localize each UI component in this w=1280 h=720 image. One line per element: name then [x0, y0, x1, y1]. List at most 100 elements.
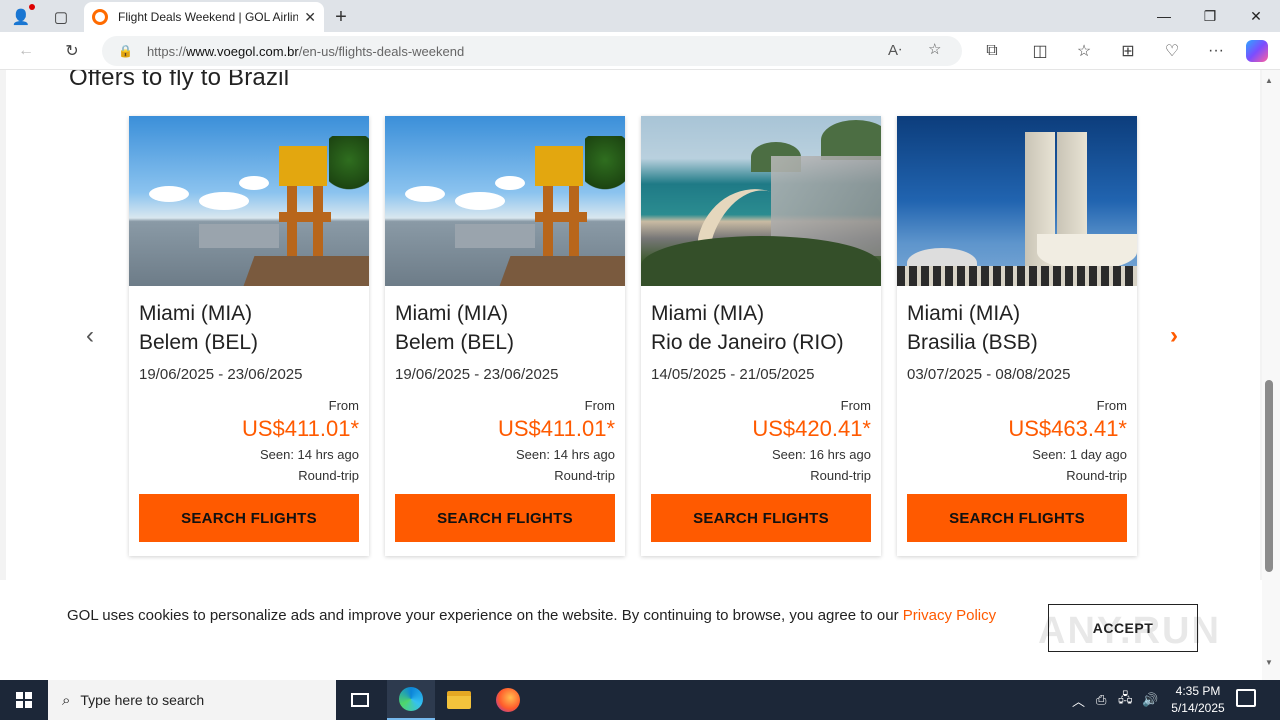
search-icon: ⌕	[62, 691, 71, 709]
card-origin: Miami (MIA)	[395, 302, 509, 325]
taskbar-file-explorer[interactable]	[435, 680, 483, 720]
tab-title: Flight Deals Weekend | GOL Airlines	[118, 10, 299, 24]
search-flights-button[interactable]: SEARCH FLIGHTS	[907, 494, 1127, 542]
search-flights-button[interactable]: SEARCH FLIGHTS	[651, 494, 871, 542]
start-button[interactable]	[0, 680, 48, 720]
carousel-prev-icon[interactable]: ‹	[86, 322, 94, 350]
taskbar-search[interactable]: ⌕ Type here to search	[48, 680, 336, 720]
scroll-up-icon[interactable]: ▲	[1265, 76, 1273, 85]
extensions-icon[interactable]: ⧉	[980, 40, 1004, 62]
card-price: US$463.41*	[1008, 416, 1127, 441]
new-tab-icon[interactable]: +	[330, 6, 352, 28]
card-price: US$411.01*	[497, 416, 615, 441]
cookie-banner: GOL uses cookies to personalize ads and …	[0, 580, 1262, 680]
task-view-button[interactable]	[336, 680, 384, 720]
card-trip-type: Round-trip	[810, 468, 871, 483]
collections-icon[interactable]: ⊞	[1116, 40, 1140, 62]
browser-toolbar: ← ↻ 🔒 https://www.voegol.com.br/en-us/fl…	[0, 32, 1280, 70]
belem-photo	[385, 116, 625, 286]
volume-icon[interactable]: 🔊	[1142, 680, 1158, 720]
card-destination: Rio de Janeiro (RIO)	[651, 331, 844, 354]
profile-notification-dot	[29, 4, 35, 10]
card-from-label: From	[840, 398, 871, 413]
card-origin: Miami (MIA)	[139, 302, 253, 325]
copilot-icon[interactable]	[1246, 40, 1268, 62]
card-seen: Seen: 14 hrs ago	[515, 447, 615, 462]
split-screen-icon[interactable]: ◫	[1028, 40, 1052, 62]
card-destination: Belem (BEL)	[395, 331, 515, 354]
windows-taskbar: ⌕ Type here to search ︿ ⎙ 🖧 🔊 4:35 PM 5/…	[0, 680, 1280, 720]
page-scrollbar[interactable]: ▲ ▼	[1262, 70, 1280, 680]
edge-icon	[399, 687, 423, 711]
more-menu-icon[interactable]: ···	[1204, 40, 1228, 62]
offer-card: Miami (MIA) Belem (BEL) 19/06/2025 - 23/…	[129, 116, 369, 556]
card-price: US$420.41*	[752, 416, 871, 441]
card-seen: Seen: 14 hrs ago	[259, 447, 359, 462]
scrollbar-thumb[interactable]	[1265, 380, 1273, 572]
search-flights-button[interactable]: SEARCH FLIGHTS	[395, 494, 615, 542]
card-dates: 19/06/2025 - 23/06/2025	[139, 366, 303, 383]
clock-date: 5/14/2025	[1171, 701, 1225, 715]
card-origin: Miami (MIA)	[907, 302, 1021, 325]
card-dates: 03/07/2025 - 08/08/2025	[907, 366, 1071, 383]
back-icon[interactable]: ←	[14, 40, 38, 62]
cookie-text: GOL uses cookies to personalize ads and …	[67, 607, 997, 624]
taskbar-edge[interactable]	[387, 680, 435, 720]
card-from-label: From	[584, 398, 615, 413]
offer-card: Miami (MIA) Belem (BEL) 19/06/2025 - 23/…	[385, 116, 625, 556]
card-from-label: From	[1096, 398, 1127, 413]
rio-photo	[641, 116, 881, 286]
tray-chevron-icon[interactable]: ︿	[1072, 680, 1085, 720]
gol-favicon-icon	[92, 9, 108, 25]
brasilia-photo	[897, 116, 1137, 286]
taskbar-clock[interactable]: 4:35 PM 5/14/2025	[1160, 683, 1236, 717]
favorite-star-icon[interactable]: ☆	[928, 40, 941, 58]
card-seen: Seen: 16 hrs ago	[771, 447, 871, 462]
tab-actions-icon[interactable]: ▢	[50, 6, 72, 28]
tray-device-icon[interactable]: ⎙	[1096, 680, 1106, 720]
scroll-down-icon[interactable]: ▼	[1265, 658, 1273, 667]
favorites-icon[interactable]: ☆	[1072, 40, 1096, 62]
browser-tab-active[interactable]: Flight Deals Weekend | GOL Airlines ✕	[84, 2, 324, 32]
card-price: US$411.01*	[241, 416, 359, 441]
task-view-icon	[351, 693, 369, 707]
offer-card: Miami (MIA) Rio de Janeiro (RIO) 14/05/2…	[641, 116, 881, 556]
carousel-next-icon[interactable]: ›	[1170, 322, 1178, 350]
card-destination: Belem (BEL)	[139, 331, 259, 354]
read-aloud-icon[interactable]: Aᐧ	[888, 41, 902, 59]
url-text: https://www.voegol.com.br/en-us/flights-…	[146, 43, 465, 59]
address-bar[interactable]: 🔒 https://www.voegol.com.br/en-us/flight…	[102, 36, 962, 66]
accept-cookies-button[interactable]: ACCEPT	[1048, 604, 1198, 652]
folder-icon	[447, 691, 471, 709]
card-trip-type: Round-trip	[554, 468, 615, 483]
card-trip-type: Round-trip	[298, 468, 359, 483]
taskbar-firefox[interactable]	[484, 680, 532, 720]
restore-icon[interactable]: ❐	[1190, 4, 1230, 28]
card-origin: Miami (MIA)	[651, 302, 765, 325]
window-close-icon[interactable]: ✕	[1236, 4, 1276, 28]
offers-section: Offers to fly to Brazil ‹ › Miami (MIA) …	[6, 70, 1260, 580]
browser-tab-strip: 👤 ▢ Flight Deals Weekend | GOL Airlines …	[0, 0, 1280, 32]
card-seen: Seen: 1 day ago	[1032, 447, 1127, 462]
card-destination: Brasilia (BSB)	[907, 331, 1038, 354]
windows-logo-icon	[16, 692, 32, 708]
card-trip-type: Round-trip	[1066, 468, 1127, 483]
section-title: Offers to fly to Brazil	[69, 70, 290, 91]
network-icon[interactable]: 🖧	[1118, 680, 1133, 720]
card-dates: 14/05/2025 - 21/05/2025	[651, 366, 815, 383]
offer-card: Miami (MIA) Brasilia (BSB) 03/07/2025 - …	[897, 116, 1137, 556]
firefox-icon	[496, 688, 520, 712]
tab-close-icon[interactable]: ✕	[304, 9, 316, 26]
minimize-icon[interactable]: —	[1144, 4, 1184, 28]
card-dates: 19/06/2025 - 23/06/2025	[395, 366, 559, 383]
card-from-label: From	[328, 398, 359, 413]
clock-time: 4:35 PM	[1175, 684, 1221, 698]
browser-essentials-icon[interactable]: ♡	[1160, 40, 1184, 62]
refresh-icon[interactable]: ↻	[60, 40, 84, 62]
lock-icon: 🔒	[118, 44, 133, 58]
search-flights-button[interactable]: SEARCH FLIGHTS	[139, 494, 359, 542]
search-placeholder: Type here to search	[80, 692, 205, 708]
profile-icon[interactable]: 👤	[10, 6, 32, 28]
notification-icon[interactable]	[1236, 689, 1256, 707]
privacy-policy-link[interactable]: Privacy Policy	[903, 607, 996, 624]
